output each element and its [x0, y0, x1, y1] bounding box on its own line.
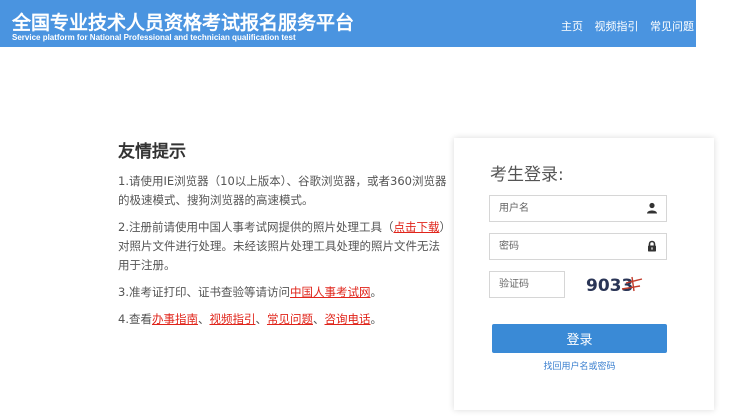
site-header: 全国专业技术人员资格考试报名服务平台 Service platform for … [0, 0, 696, 47]
guide-link[interactable]: 办事指南 [152, 312, 198, 326]
site-title: 全国专业技术人员资格考试报名服务平台 [12, 12, 355, 34]
captcha-input[interactable] [490, 272, 569, 297]
faq-link[interactable]: 常见问题 [267, 312, 313, 326]
tip-help-links: 4.查看办事指南、视频指引、常见问题、咨询电话。 [118, 310, 448, 329]
tip-admission: 3.准考证打印、证书查验等请访问中国人事考试网。 [118, 283, 448, 302]
password-input[interactable] [490, 234, 639, 259]
username-field [489, 195, 667, 222]
video-guide-link[interactable]: 视频指引 [209, 312, 255, 326]
tip-help-end: 。 [370, 312, 382, 326]
separator: 、 [255, 312, 267, 326]
site-subtitle: Service platform for National Profession… [12, 33, 296, 42]
nav-faq-link[interactable]: 常见问题 [650, 20, 694, 33]
tips-section: 友情提示 1.请使用IE浏览器（10以上版本）、谷歌浏览器，或者360浏览器的极… [118, 137, 448, 337]
top-nav: 主页 视频指引 常见问题 [553, 18, 694, 34]
tip-admission-end: 。 [370, 285, 382, 299]
login-button[interactable]: 登录 [492, 324, 667, 353]
username-input[interactable] [490, 196, 639, 221]
tip-photo-text-before: 2.注册前请使用中国人事考试网提供的照片处理工具（ [118, 220, 394, 234]
tip-browser-text: 1.请使用IE浏览器（10以上版本）、谷歌浏览器，或者360浏览器的极速模式、搜… [118, 174, 447, 207]
forgot-credentials-link[interactable]: 找回用户名或密码 [492, 359, 667, 372]
tip-help-text: 4.查看 [118, 312, 152, 326]
captcha-field [489, 271, 569, 298]
cpta-site-link[interactable]: 中国人事考试网 [290, 285, 371, 299]
captcha-image[interactable]: 9033 [582, 271, 646, 298]
user-icon [647, 202, 657, 214]
hotline-link[interactable]: 咨询电话 [324, 312, 370, 326]
lock-icon [648, 240, 656, 252]
login-card: 考生登录: 9033 登录 找回用户名或密码 [454, 138, 714, 410]
tip-admission-text: 3.准考证打印、证书查验等请访问 [118, 285, 290, 299]
login-title: 考生登录: [490, 165, 564, 185]
tips-title: 友情提示 [118, 142, 186, 162]
password-field [489, 233, 667, 260]
separator: 、 [312, 312, 325, 326]
separator: 、 [197, 312, 210, 326]
captcha-text: 9033 [586, 276, 633, 296]
download-tool-link[interactable]: 点击下载 [393, 220, 439, 234]
nav-video-guide-link[interactable]: 视频指引 [595, 20, 639, 33]
tip-browser: 1.请使用IE浏览器（10以上版本）、谷歌浏览器，或者360浏览器的极速模式、搜… [118, 172, 448, 210]
tip-photo-tool: 2.注册前请使用中国人事考试网提供的照片处理工具（点击下载）对照片文件进行处理。… [118, 218, 448, 275]
nav-home-link[interactable]: 主页 [561, 20, 583, 33]
